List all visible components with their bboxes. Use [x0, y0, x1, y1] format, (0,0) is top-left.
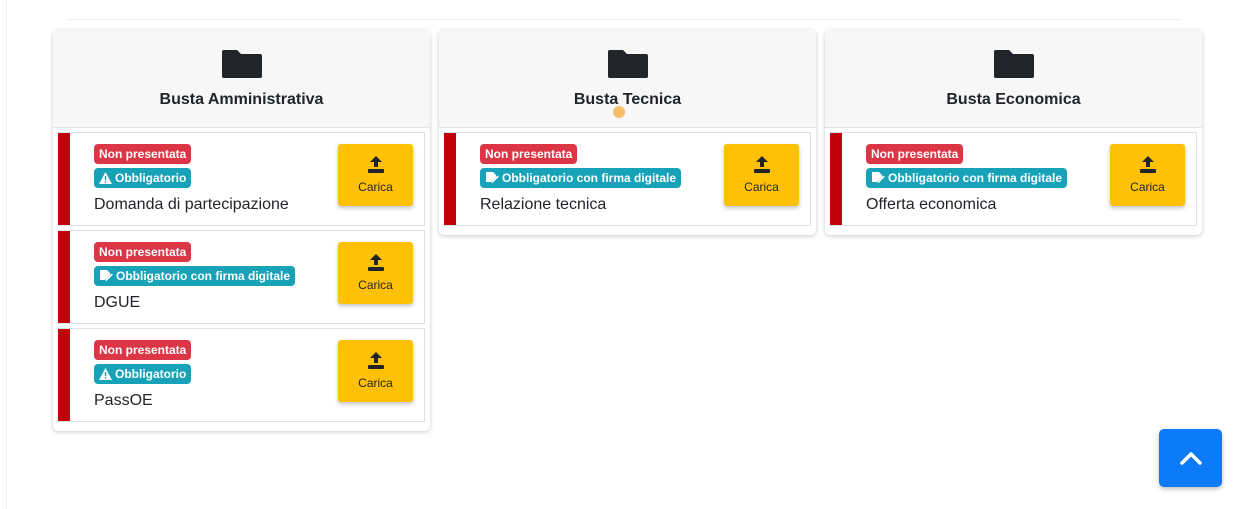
- requirement-label: Obbligatorio: [115, 367, 187, 381]
- upload-icon: [367, 156, 384, 173]
- busta-economica: Busta Economica Non presentata Obbligato…: [825, 30, 1202, 235]
- requirement-badge: Obbligatorio con firma digitale: [94, 266, 296, 286]
- status-badge: Non presentata: [866, 144, 964, 164]
- document-list: Non presentata Obbligatorio Domanda di p…: [53, 128, 430, 422]
- busta-amministrativa: Busta Amministrativa Non presentata Obbl…: [53, 30, 430, 431]
- signature-icon: [486, 172, 499, 183]
- document-name: DGUE: [94, 294, 141, 311]
- carica-button[interactable]: Carica: [338, 242, 413, 304]
- scroll-to-top-button[interactable]: [1159, 429, 1222, 487]
- top-divider: [68, 19, 1180, 20]
- requirement-badge: Obbligatorio con firma digitale: [480, 168, 682, 188]
- carica-button[interactable]: Carica: [338, 340, 413, 402]
- folder-icon: [607, 50, 648, 78]
- busta-tecnica: Busta Tecnica Non presentata Obbligatori…: [439, 30, 816, 235]
- document-name: PassOE: [94, 392, 153, 409]
- folder-icon: [993, 50, 1034, 78]
- document-name: Relazione tecnica: [480, 196, 607, 213]
- carica-label: Carica: [1130, 180, 1165, 194]
- status-badge: Non presentata: [94, 144, 192, 164]
- upload-icon: [367, 254, 384, 271]
- left-edge-line: [6, 0, 7, 509]
- busta-title: Busta Economica: [946, 91, 1081, 108]
- warning-icon: [99, 172, 112, 184]
- folder-icon: [221, 50, 262, 78]
- carica-button[interactable]: Carica: [338, 144, 413, 206]
- document-list: Non presentata Obbligatorio con firma di…: [825, 128, 1202, 226]
- status-badge: Non presentata: [480, 144, 578, 164]
- document-name: Offerta economica: [866, 196, 997, 213]
- carica-label: Carica: [358, 180, 393, 194]
- upload-icon: [367, 352, 384, 369]
- status-badge: Non presentata: [94, 340, 192, 360]
- carica-label: Carica: [744, 180, 779, 194]
- document-row: Non presentata Obbligatorio PassOE Caric…: [58, 328, 425, 422]
- chevron-up-icon: [1179, 452, 1202, 465]
- busta-header: Busta Amministrativa: [53, 30, 430, 128]
- busta-title: Busta Amministrativa: [159, 91, 324, 108]
- upload-icon: [1139, 156, 1156, 173]
- busta-title: Busta Tecnica: [573, 91, 682, 108]
- status-indicator-bar: [830, 133, 842, 225]
- requirement-label: Obbligatorio con firma digitale: [888, 171, 1063, 185]
- document-row: Non presentata Obbligatorio Domanda di p…: [58, 132, 425, 226]
- carica-label: Carica: [358, 278, 393, 292]
- status-indicator-bar: [58, 329, 70, 421]
- warning-icon: [99, 368, 112, 380]
- document-name: Domanda di partecipazione: [94, 196, 289, 213]
- carica-button[interactable]: Carica: [1110, 144, 1185, 206]
- requirement-label: Obbligatorio con firma digitale: [502, 171, 677, 185]
- buste-container: Busta Amministrativa Non presentata Obbl…: [53, 30, 1202, 431]
- signature-icon: [100, 270, 113, 281]
- upload-icon: [753, 156, 770, 173]
- carica-label: Carica: [358, 376, 393, 390]
- status-indicator-bar: [58, 231, 70, 323]
- signature-icon: [872, 172, 885, 183]
- carica-button[interactable]: Carica: [724, 144, 799, 206]
- status-indicator-bar: [58, 133, 70, 225]
- status-indicator-bar: [444, 133, 456, 225]
- requirement-badge: Obbligatorio: [94, 168, 192, 188]
- document-row: Non presentata Obbligatorio con firma di…: [444, 132, 811, 226]
- busta-header: Busta Tecnica: [439, 30, 816, 128]
- busta-header: Busta Economica: [825, 30, 1202, 128]
- document-row: Non presentata Obbligatorio con firma di…: [830, 132, 1197, 226]
- requirement-badge: Obbligatorio con firma digitale: [866, 168, 1068, 188]
- requirement-label: Obbligatorio con firma digitale: [116, 269, 291, 283]
- requirement-badge: Obbligatorio: [94, 364, 192, 384]
- document-row: Non presentata Obbligatorio con firma di…: [58, 230, 425, 324]
- requirement-label: Obbligatorio: [115, 171, 187, 185]
- mouse-cursor-indicator: [613, 106, 625, 118]
- status-badge: Non presentata: [94, 242, 192, 262]
- document-list: Non presentata Obbligatorio con firma di…: [439, 128, 816, 226]
